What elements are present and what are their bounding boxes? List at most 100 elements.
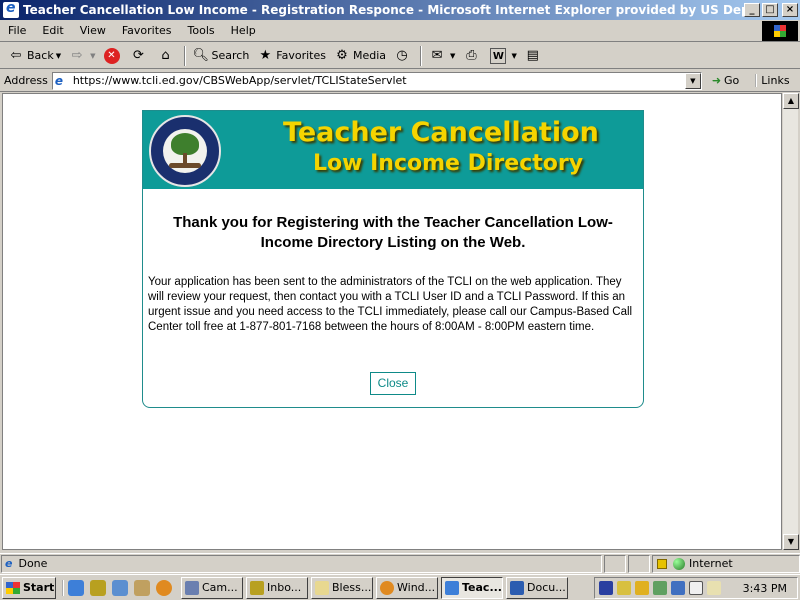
media-icon: ⚙ [336, 47, 348, 63]
taskbar-item-active[interactable]: Teac... [441, 576, 503, 599]
tray-app-icon[interactable] [599, 581, 613, 595]
taskbar-item-label: Cam... [202, 581, 238, 594]
media-button[interactable]: ⚙ Media [330, 45, 390, 67]
status-text: Done [18, 557, 48, 570]
taskbar-item[interactable]: Wind... [376, 576, 438, 599]
go-arrow-icon: ➜ [711, 74, 722, 87]
close-window-button[interactable]: × [782, 3, 798, 17]
forward-dropdown-icon[interactable]: ▼ [90, 52, 95, 60]
globe-icon [673, 557, 685, 570]
close-button[interactable]: Close [370, 372, 416, 395]
stop-button[interactable]: ✕ [100, 45, 127, 67]
windows-logo-icon [762, 21, 798, 41]
minimize-button[interactable]: _ [744, 3, 760, 17]
media-label: Media [353, 49, 387, 62]
menu-edit[interactable]: Edit [34, 24, 71, 37]
word-edit-icon: W [490, 47, 507, 64]
history-button[interactable]: ◷ [390, 45, 417, 67]
mail-dropdown-icon[interactable]: ▼ [450, 52, 455, 60]
confirmation-message: Your application has been sent to the ad… [148, 276, 633, 333]
tray-app-icon[interactable] [635, 581, 649, 595]
banner-title-line1: Teacher Cancellation [283, 117, 599, 148]
mail-icon [315, 580, 329, 595]
favorites-label: Favorites [276, 49, 326, 62]
system-tray: 3:43 PM [594, 577, 798, 599]
maximize-button[interactable]: □ [762, 3, 778, 17]
menu-tools[interactable]: Tools [180, 24, 223, 37]
status-text-panel: e Done [1, 554, 602, 573]
links-button[interactable]: Links [755, 74, 790, 87]
vertical-scrollbar[interactable]: ▲ ▼ [782, 93, 799, 550]
clock: 3:43 PM [742, 581, 787, 595]
media-icon [380, 580, 394, 595]
address-dropdown-icon[interactable]: ▼ [684, 72, 701, 89]
search-label: Search [211, 49, 250, 62]
outlook-quicklaunch-icon[interactable] [112, 579, 128, 596]
refresh-button[interactable]: ⟳ [127, 45, 154, 67]
menu-view[interactable]: View [72, 24, 114, 37]
taskbar: Start Cam... Inbo... Bless... Wind... Te… [0, 574, 800, 600]
print-button[interactable]: ⎙ [459, 45, 486, 67]
address-label: Address [4, 74, 48, 87]
address-input[interactable]: e https://www.tcli.ed.gov/CBSWebApp/serv… [51, 71, 702, 90]
menu-favorites[interactable]: Favorites [114, 24, 180, 37]
home-button[interactable]: ⌂ [154, 45, 181, 67]
stop-icon: ✕ [103, 47, 120, 64]
app-quicklaunch-icon[interactable] [90, 579, 106, 596]
forward-button[interactable]: ⇨ ▼ [65, 45, 99, 67]
edit-button[interactable]: W ▼ [486, 45, 520, 67]
menu-file[interactable]: File [0, 24, 34, 37]
menu-help[interactable]: Help [223, 24, 264, 37]
go-button[interactable]: ➜ Go [712, 74, 739, 87]
taskbar-item-label: Teac... [462, 581, 502, 594]
mail-tray-icon[interactable] [707, 581, 721, 595]
search-button[interactable]: 🔍︎ Search [189, 45, 254, 67]
mail-icon: ✉ [431, 47, 443, 63]
toolbar-separator [420, 45, 423, 66]
department-of-education-seal-icon [149, 115, 221, 187]
network-icon[interactable] [653, 581, 667, 595]
desktop-quicklaunch-icon[interactable] [134, 579, 150, 596]
media-quicklaunch-icon[interactable] [156, 579, 172, 596]
internet-explorer-icon [3, 0, 19, 18]
ie-icon [445, 580, 459, 595]
edit-dropdown-icon[interactable]: ▼ [511, 52, 516, 60]
taskbar-item[interactable]: Bless... [311, 576, 373, 599]
app-icon [250, 580, 264, 595]
taskbar-item-label: Wind... [397, 581, 436, 594]
back-arrow-icon: ⇦ [10, 47, 22, 63]
tray-app-icon[interactable] [671, 581, 685, 595]
back-dropdown-icon[interactable]: ▼ [56, 52, 61, 60]
registration-panel: Teacher Cancellation Low Income Director… [142, 110, 644, 408]
toolbar: ⇦ Back ▼ ⇨ ▼ ✕ ⟳ ⌂ 🔍︎ Search ★ Favorites… [0, 43, 800, 69]
page-status-icon: e [5, 557, 13, 570]
quick-launch [62, 579, 178, 596]
address-url: https://www.tcli.ed.gov/CBSWebApp/servle… [72, 74, 407, 87]
scroll-down-icon[interactable]: ▼ [783, 534, 799, 550]
ie-quicklaunch-icon[interactable] [68, 579, 84, 596]
taskbar-item[interactable]: Inbo... [246, 576, 308, 599]
calendar-icon[interactable] [689, 581, 703, 595]
document-icon: ▤ [526, 47, 539, 63]
taskbar-item-label: Inbo... [267, 581, 302, 594]
scroll-up-icon[interactable]: ▲ [783, 93, 799, 109]
back-label: Back [27, 49, 54, 62]
taskbar-item[interactable]: Cam... [181, 576, 243, 599]
favorites-button[interactable]: ★ Favorites [253, 45, 330, 67]
start-label: Start [23, 581, 55, 594]
taskbar-item[interactable]: Docu... [506, 576, 568, 599]
mail-button[interactable]: ✉ ▼ [425, 45, 459, 67]
banner-title-line2: Low Income Directory [313, 151, 584, 176]
go-label: Go [724, 74, 740, 87]
back-button[interactable]: ⇦ Back ▼ [4, 45, 65, 67]
security-zone: Internet [652, 554, 800, 573]
volume-icon[interactable] [617, 581, 631, 595]
discuss-button[interactable]: ▤ [521, 45, 548, 67]
start-button[interactable]: Start [2, 576, 56, 599]
page-content: Teacher Cancellation Low Income Director… [2, 93, 782, 550]
page-banner: Teacher Cancellation Low Income Director… [143, 111, 643, 189]
favorites-icon: ★ [259, 47, 272, 63]
search-icon: 🔍︎ [192, 47, 210, 63]
page-heading: Thank you for Registering with the Teach… [173, 214, 613, 251]
window-titlebar[interactable]: Teacher Cancellation Low Income - Regist… [0, 0, 800, 20]
